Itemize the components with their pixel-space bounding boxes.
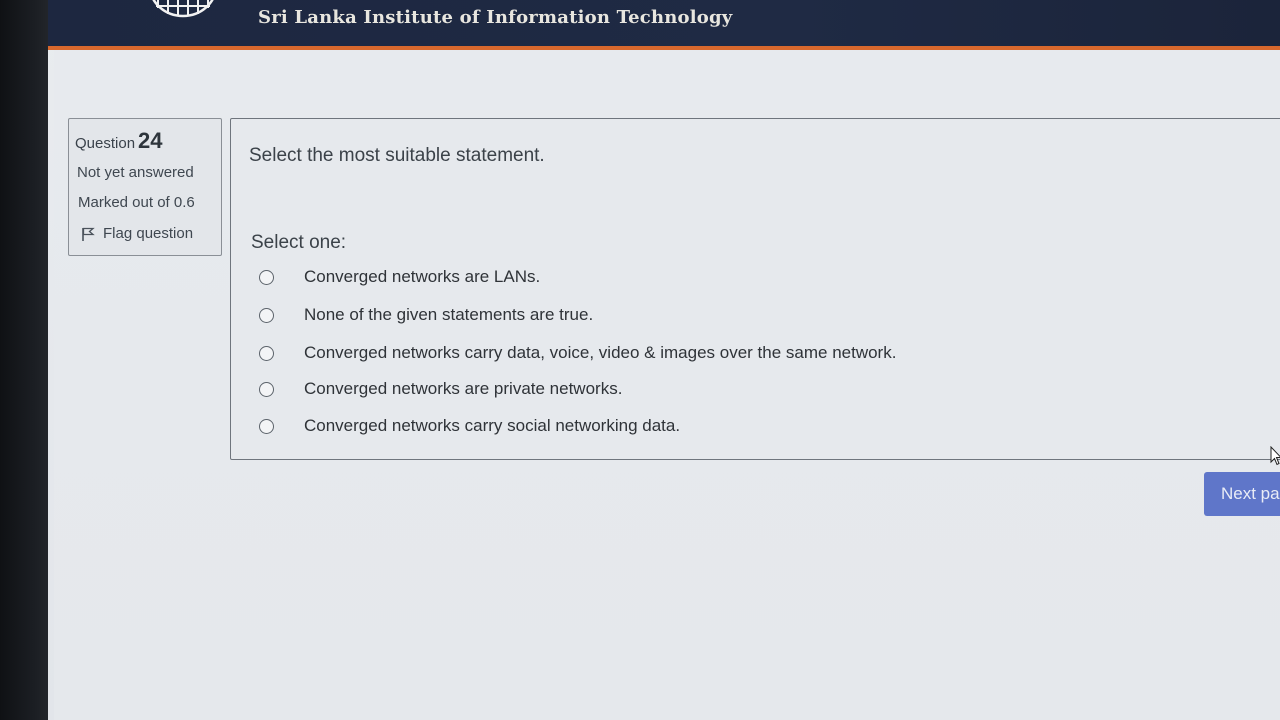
site-header: Sri Lanka Institute of Information Techn…: [48, 0, 1280, 46]
question-marks: Marked out of 0.6: [78, 194, 195, 211]
answer-option-label: Converged networks are private networks.: [304, 379, 623, 398]
answer-state: Not yet answered: [77, 164, 194, 181]
answer-option[interactable]: None of the given statements are true.: [259, 305, 593, 325]
question-text: Select the most suitable statement.: [249, 145, 545, 166]
site-title: Sri Lanka Institute of Information Techn…: [258, 7, 733, 28]
question-label: Question: [75, 135, 136, 152]
select-one-prompt: Select one:: [251, 232, 347, 253]
flag-question-link[interactable]: Flag question: [81, 225, 193, 242]
answer-option[interactable]: Converged networks carry social networki…: [259, 416, 680, 436]
question-info-panel: Question 24 Not yet answered Marked out o…: [68, 118, 222, 256]
answer-option-label: Converged networks carry social networki…: [304, 416, 681, 435]
radio-button[interactable]: [259, 307, 274, 323]
page-content: Question 24 Not yet answered Marked out o…: [54, 50, 1280, 720]
mouse-cursor-icon: [1270, 446, 1280, 466]
question-content-panel: Select the most suitable statement. Sele…: [230, 118, 1280, 460]
question-number: 24: [138, 128, 163, 153]
answer-option[interactable]: Converged networks are LANs.: [259, 267, 540, 287]
question-number-line: Question 24: [75, 128, 163, 154]
radio-button[interactable]: [259, 418, 274, 434]
globe-logo-icon: [152, 0, 214, 18]
radio-button[interactable]: [259, 269, 274, 285]
browser-screen: Sri Lanka Institute of Information Techn…: [48, 0, 1280, 720]
answer-option-label: Converged networks are LANs.: [304, 267, 541, 286]
answer-option[interactable]: Converged networks are private networks.: [259, 379, 622, 399]
flag-question-label: Flag question: [103, 225, 194, 242]
answer-option-label: None of the given statements are true.: [304, 305, 594, 324]
radio-button[interactable]: [259, 381, 274, 397]
monitor-bezel: [0, 0, 48, 720]
radio-button[interactable]: [259, 345, 274, 361]
next-page-button[interactable]: Next pa: [1204, 472, 1280, 516]
flag-icon: [82, 227, 95, 241]
answer-option[interactable]: Converged networks carry data, voice, vi…: [259, 343, 896, 363]
answer-option-label: Converged networks carry data, voice, vi…: [304, 343, 897, 362]
